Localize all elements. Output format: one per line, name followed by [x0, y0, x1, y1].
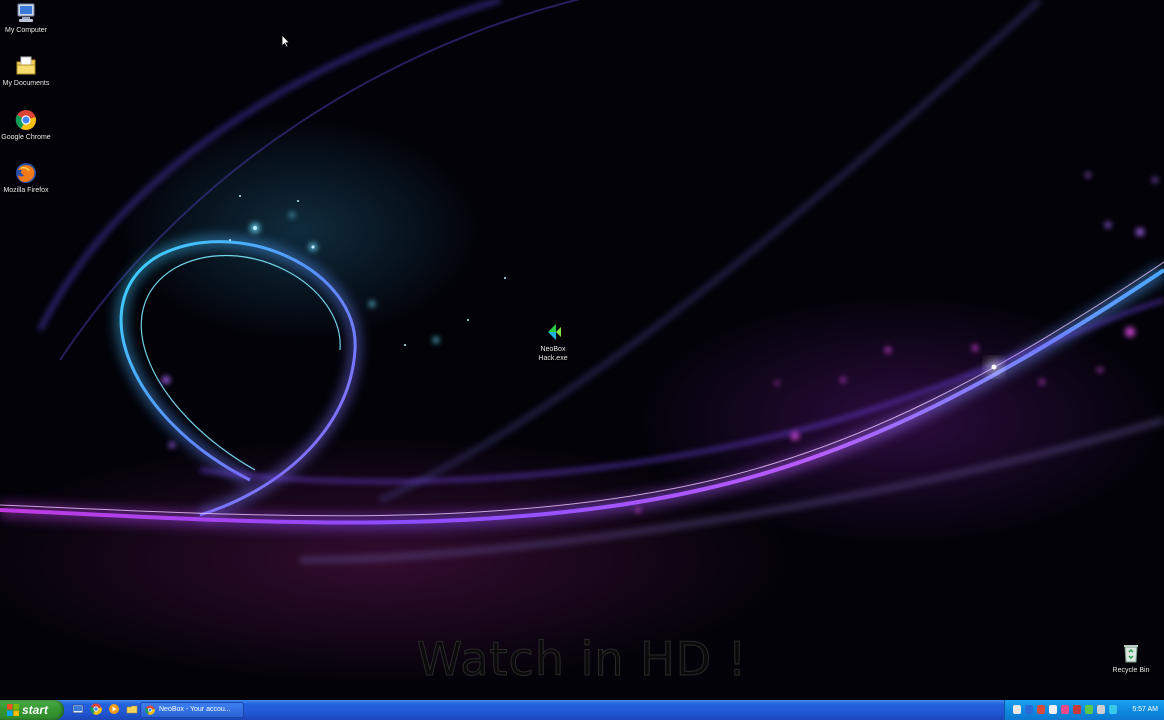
taskbar-clock[interactable]: 5:57 AM [1132, 700, 1158, 720]
chat-icon[interactable] [1085, 705, 1093, 714]
neobox-exe-icon [548, 324, 561, 340]
wallpaper [0, 0, 1164, 564]
show-desktop-icon[interactable] [72, 703, 84, 715]
start-label: start [22, 703, 49, 717]
desktop-icon-label: My Documents [2, 80, 50, 87]
desktop-icon-label: My Computer [4, 27, 47, 34]
desktop-icon-mozilla-firefox[interactable]: Mozilla Firefox [0, 162, 55, 195]
update-icon[interactable] [1061, 705, 1069, 714]
system-tray: 5:57 AM [1004, 700, 1164, 720]
start-button[interactable]: start [0, 700, 64, 720]
clock-sync-icon[interactable] [1109, 705, 1117, 714]
explorer-icon[interactable] [126, 703, 138, 715]
chrome-icon [15, 110, 36, 130]
desktop[interactable]: My Computer My Documents Google Chrome M… [0, 0, 1164, 700]
usb-icon[interactable] [1097, 705, 1105, 714]
desktop-icon-neobox-hack-exe[interactable]: NeoBox Hack.exe [524, 321, 582, 363]
desktop-icon-my-computer[interactable]: My Computer [0, 2, 55, 35]
bluetooth-icon[interactable] [1025, 705, 1033, 714]
desktop-icon-google-chrome[interactable]: Google Chrome [0, 109, 55, 142]
chrome-icon [145, 705, 155, 715]
taskbar: start NeoBox - Your accou... 5:57 AM [0, 700, 1164, 720]
my-documents-icon [16, 56, 36, 75]
desktop-icon-label: NeoBox Hack.exe [538, 346, 568, 362]
mouse-cursor-icon [281, 34, 291, 48]
windows-logo-icon [7, 704, 19, 716]
network-icon[interactable] [1013, 705, 1021, 714]
taskbar-window-button[interactable]: NeoBox - Your accou... [140, 702, 244, 718]
security-icon[interactable] [1037, 705, 1045, 714]
chrome-icon[interactable] [90, 703, 102, 715]
desktop-icon-my-documents[interactable]: My Documents [0, 55, 55, 88]
desktop-icon-label: Google Chrome [1, 134, 51, 141]
firefox-icon [16, 163, 36, 183]
taskbar-window-label: NeoBox - Your accou... [159, 706, 231, 713]
media-player-icon[interactable] [108, 703, 120, 715]
desktop-icon-label: Mozilla Firefox [3, 187, 49, 194]
my-computer-icon [17, 3, 35, 22]
antivirus-icon[interactable] [1073, 705, 1081, 714]
volume-icon[interactable] [1049, 705, 1057, 714]
watch-in-hd-watermark: Watch in HD ! [416, 632, 748, 687]
